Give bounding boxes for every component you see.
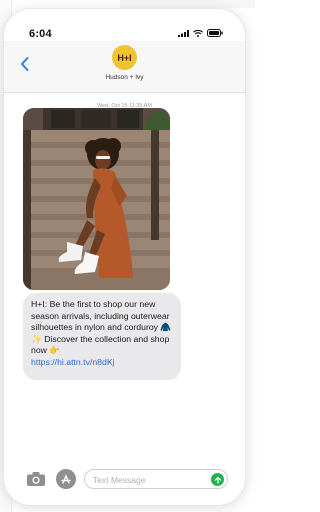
message-text: H+I: Be the first to shop our new season…: [31, 299, 172, 356]
app-store-glyph-icon: [61, 474, 71, 484]
contact-name[interactable]: Hudson + Ivy: [4, 74, 245, 81]
camera-icon[interactable]: [26, 471, 46, 487]
battery-icon: [207, 29, 223, 37]
message-composer: [4, 467, 245, 497]
text-message-input[interactable]: [93, 471, 211, 489]
app-store-icon[interactable]: [56, 469, 76, 489]
contact-avatar[interactable]: H+I: [112, 45, 137, 70]
message-bubble[interactable]: H+I: Be the first to shop our new season…: [23, 293, 181, 380]
status-bar: 6:04: [4, 9, 245, 43]
text-message-field[interactable]: [84, 469, 228, 489]
back-chevron-icon[interactable]: [18, 55, 32, 73]
signal-icon: [178, 29, 189, 37]
message-photo[interactable]: [23, 108, 170, 290]
message-link[interactable]: https://hi.attn.tv/n8dKj: [31, 357, 173, 369]
wifi-icon: [193, 29, 203, 37]
background-strip: [120, 0, 255, 8]
send-arrow-icon[interactable]: [211, 473, 224, 486]
status-time: 6:04: [29, 28, 52, 40]
status-icons: [178, 29, 223, 37]
woman-on-steps-photo: [23, 108, 170, 290]
send-arrow-glyph-icon: [214, 476, 221, 484]
phone-frame: 6:04 H+I Hudson + Ivy Wed, Oct 15 11:35 …: [3, 8, 246, 506]
conversation-header: H+I Hudson + Ivy: [4, 41, 245, 93]
